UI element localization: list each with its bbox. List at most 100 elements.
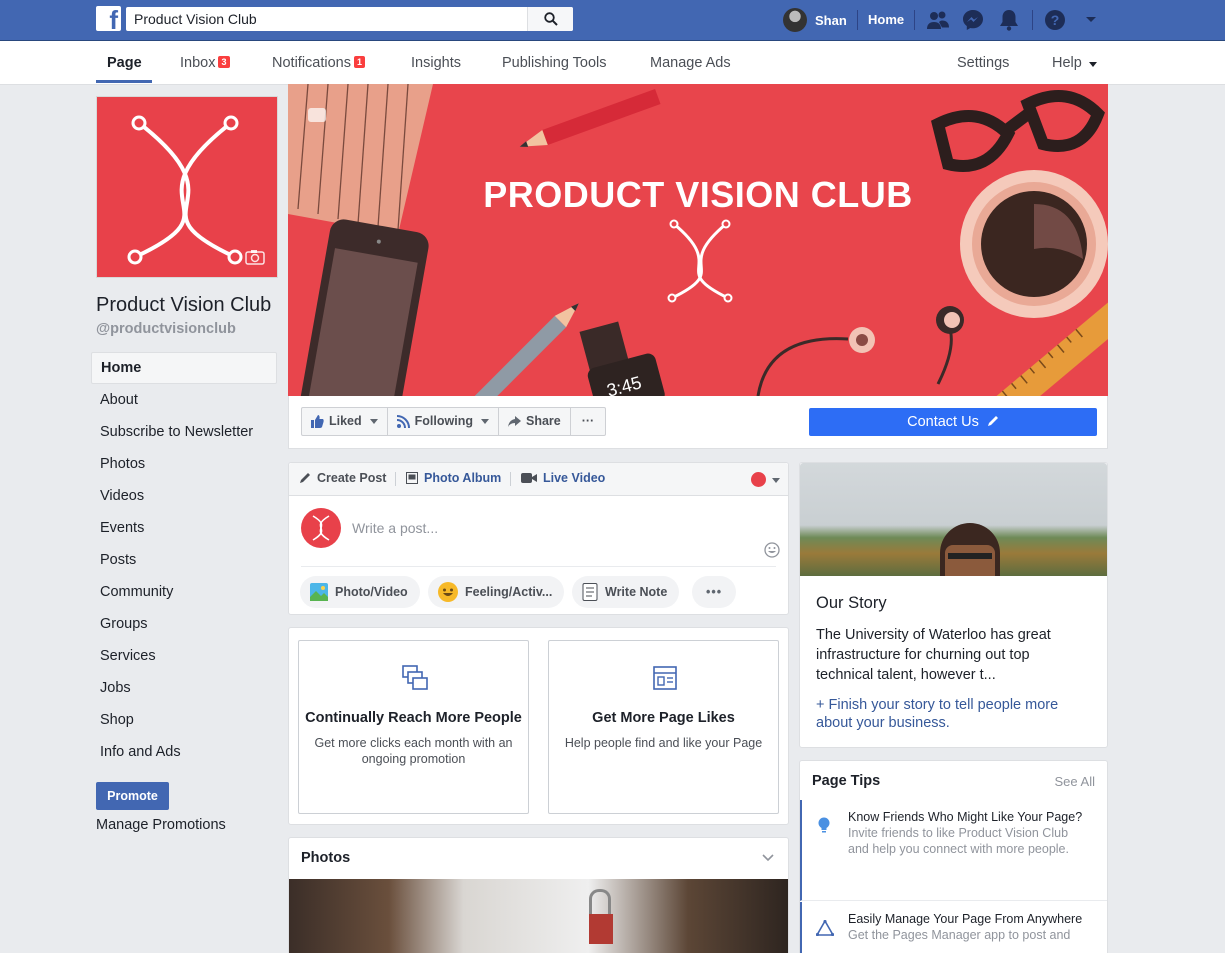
tab-insights[interactable]: Insights [411, 55, 461, 71]
chevron-down-icon [369, 419, 378, 424]
promo-description: Help people find and like your Page [564, 736, 763, 750]
contact-us-label: Contact Us [907, 414, 979, 430]
camera-icon[interactable] [245, 249, 265, 265]
tab-settings[interactable]: Settings [957, 55, 1009, 71]
search-input[interactable]: Product Vision Club [134, 11, 257, 27]
sidebar-item-groups[interactable]: Groups [91, 608, 277, 640]
cover-photo[interactable]: 3:45 PRODUCT VISION CLUB [288, 84, 1108, 396]
sidebar-item-posts[interactable]: Posts [91, 544, 277, 576]
promo-description: Get more clicks each month with an ongoi… [314, 736, 513, 766]
facebook-logo-icon[interactable]: f [96, 6, 121, 33]
sidebar-item-shop[interactable]: Shop [91, 704, 277, 736]
cover-illustration: 3:45 [288, 84, 1108, 396]
notifications-badge: 1 [353, 56, 365, 68]
promo-title: Continually Reach More People [305, 710, 522, 726]
promo-card-reach[interactable]: Continually Reach More People Get more c… [298, 640, 529, 814]
chevron-down-icon [480, 419, 489, 424]
rss-icon [396, 415, 410, 428]
divider [914, 10, 915, 30]
smiley-icon [438, 582, 458, 602]
tab-manage-ads[interactable]: Manage Ads [650, 55, 731, 71]
action-button-group: Liked Following Share ··· [301, 407, 607, 436]
more-options-button[interactable]: ··· [571, 408, 606, 435]
messenger-icon[interactable] [962, 9, 984, 31]
following-button[interactable]: Following [388, 408, 499, 435]
create-post-tab[interactable]: Create Post [299, 471, 386, 485]
sidebar-item-videos[interactable]: Videos [91, 480, 277, 512]
divider [395, 472, 396, 486]
inbox-badge: 3 [218, 56, 230, 68]
help-label: Help [1052, 55, 1082, 71]
search-button[interactable] [527, 7, 573, 31]
sidebar-item-events[interactable]: Events [91, 512, 277, 544]
promotion-suggestions: Continually Reach More People Get more c… [288, 627, 789, 825]
sidebar-item-about[interactable]: About [91, 384, 277, 416]
lightbulb-icon [818, 817, 830, 833]
promo-title: Get More Page Likes [592, 710, 735, 726]
notifications-icon[interactable] [999, 9, 1019, 31]
emoji-icon[interactable] [764, 542, 780, 558]
composer-more-button[interactable]: ••• [692, 576, 737, 608]
promote-button[interactable]: Promote [96, 782, 169, 810]
tab-page[interactable]: Page [107, 55, 142, 71]
promo-card-likes[interactable]: Get More Page Likes Help people find and… [548, 640, 779, 814]
liked-button[interactable]: Liked [302, 408, 388, 435]
page-name[interactable]: Product Vision Club [96, 294, 271, 317]
sidebar-item-jobs[interactable]: Jobs [91, 672, 277, 704]
photos-title[interactable]: Photos [301, 850, 350, 866]
contact-us-button[interactable]: Contact Us [809, 408, 1097, 436]
post-input[interactable]: Write a post... [352, 520, 438, 536]
write-note-button[interactable]: Write Note [572, 576, 680, 608]
sidebar-item-community[interactable]: Community [91, 576, 277, 608]
pencil-icon [987, 416, 998, 426]
see-all-link[interactable]: See All [1055, 774, 1095, 789]
divider [301, 566, 776, 567]
tab-inbox[interactable]: Inbox 3 [180, 55, 230, 71]
posting-as-avatar[interactable] [751, 472, 766, 487]
tab-help[interactable]: Help [1052, 55, 1097, 71]
finish-story-link[interactable]: + Finish your story to tell people more … [816, 696, 1091, 732]
tab-inbox-label: Inbox [180, 55, 216, 71]
composer-tabs: Create Post Photo Album Live Video [289, 463, 788, 496]
page-handle[interactable]: @productvisionclub [96, 321, 236, 337]
photo-album-tab[interactable]: Photo Album [406, 471, 501, 485]
photos-section: Photos [288, 837, 789, 953]
cover-logo-icon [667, 219, 733, 303]
page-tips-title: Page Tips [812, 773, 881, 789]
sidebar-item-info-and-ads[interactable]: Info and Ads [91, 736, 277, 768]
photo-thumbnail[interactable] [289, 879, 788, 953]
feeling-activity-button[interactable]: Feeling/Activ... [428, 576, 565, 608]
account-menu-icon[interactable] [1085, 16, 1097, 24]
tab-publishing-tools[interactable]: Publishing Tools [502, 55, 607, 71]
photo-video-button[interactable]: Photo/Video [300, 576, 420, 608]
tip-item[interactable]: Easily Manage Your Page From Anywhere Get… [800, 902, 1107, 953]
page-action-bar: Liked Following Share ··· Contact Us [288, 396, 1108, 449]
sidebar-item-services[interactable]: Services [91, 640, 277, 672]
manage-promotions-link[interactable]: Manage Promotions [96, 817, 226, 833]
share-button[interactable]: Share [499, 408, 571, 435]
following-label: Following [414, 414, 473, 428]
help-icon[interactable]: ? [1044, 9, 1066, 31]
top-bar: f Product Vision Club Shan Home ? [0, 0, 1225, 41]
left-nav: Home About Subscribe to Newsletter Photo… [91, 352, 277, 768]
sidebar-item-home[interactable]: Home [91, 352, 277, 384]
divider [857, 10, 858, 30]
friend-requests-icon[interactable] [927, 10, 949, 30]
profile-picture[interactable] [96, 96, 278, 278]
profile-link[interactable]: Shan [783, 7, 847, 33]
live-video-tab[interactable]: Live Video [521, 471, 605, 485]
tab-notifications[interactable]: Notifications 1 [272, 55, 365, 71]
our-story-card[interactable]: Our Story The University of Waterloo has… [799, 462, 1108, 748]
chevron-down-icon[interactable] [772, 478, 780, 483]
page-likes-icon [653, 666, 677, 690]
write-note-label: Write Note [605, 585, 668, 599]
share-label: Share [525, 414, 561, 428]
tip-item[interactable]: Know Friends Who Might Like Your Page? In… [800, 800, 1107, 901]
sidebar-item-photos[interactable]: Photos [91, 448, 277, 480]
home-link[interactable]: Home [868, 12, 904, 27]
thumbs-up-icon [311, 415, 324, 428]
chevron-down-icon[interactable] [762, 854, 774, 862]
search-box[interactable]: Product Vision Club [126, 7, 573, 31]
sidebar-item-subscribe[interactable]: Subscribe to Newsletter [91, 416, 277, 448]
page-tabs: Page Inbox 3 Notifications 1 Insights Publ… [0, 41, 1225, 85]
